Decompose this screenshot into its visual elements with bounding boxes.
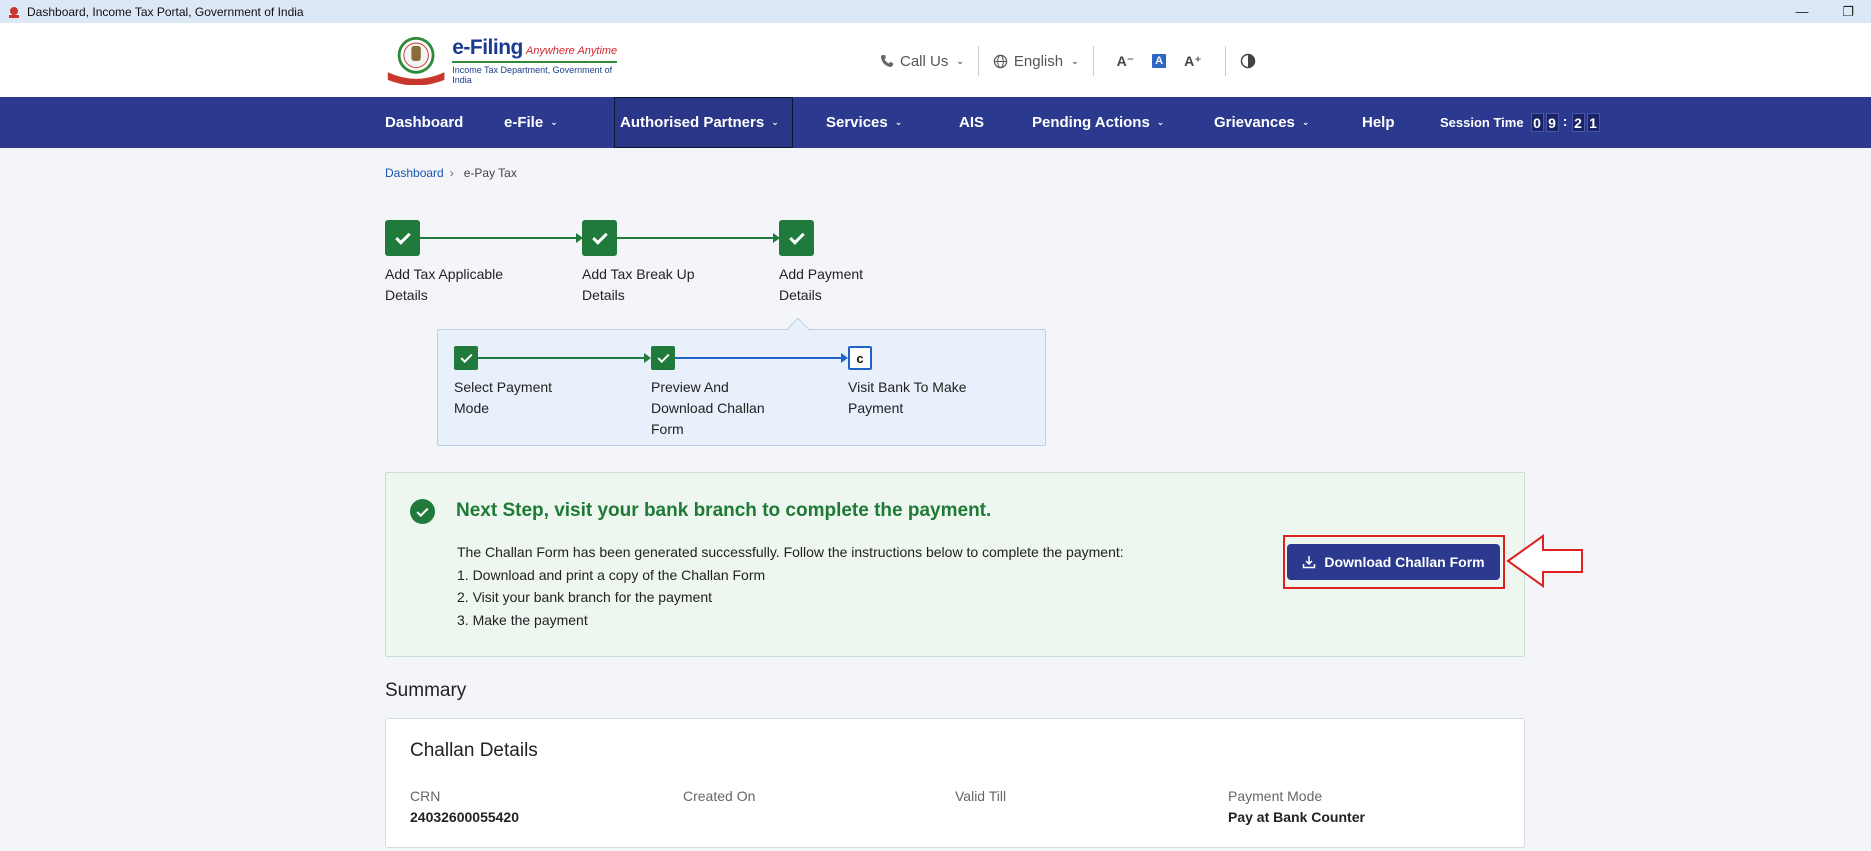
session-timer: Session Time 0 9 : 2 1 xyxy=(1440,97,1600,148)
nav-help[interactable]: Help xyxy=(1362,97,1395,148)
instruction-item: 3. Make the payment xyxy=(457,611,588,628)
session-digit: 9 xyxy=(1545,113,1559,132)
step-connector xyxy=(617,237,773,239)
header-tools: Call Us ⌄ English ⌄ A⁻ A A⁺ xyxy=(880,45,1256,77)
created-on-field: Created On xyxy=(683,788,755,809)
step-connector xyxy=(420,237,576,239)
crn-label: CRN xyxy=(410,788,441,804)
chevron-right-icon: › xyxy=(449,166,454,180)
font-default-button[interactable]: A xyxy=(1152,54,1167,68)
nav-ais-label: AIS xyxy=(959,114,985,131)
instruction-item: 1. Download and print a copy of the Chal… xyxy=(457,566,766,583)
contrast-toggle-icon[interactable] xyxy=(1240,53,1256,69)
challan-details-title: Challan Details xyxy=(410,740,538,761)
nav-ais[interactable]: AIS xyxy=(959,97,984,148)
success-heading: Next Step, visit your bank branch to com… xyxy=(456,500,992,521)
session-colon: : xyxy=(1562,113,1568,129)
breadcrumb-dashboard-link[interactable]: Dashboard xyxy=(385,166,444,180)
payment-mode-field: Payment Mode Pay at Bank Counter xyxy=(1228,788,1365,825)
nav-grievances-label: Grievances xyxy=(1214,114,1295,131)
site-header: e-Filing Anywhere Anytime Income Tax Depa… xyxy=(0,23,1871,97)
session-time-label: Session Time xyxy=(1440,115,1524,130)
nav-pending-actions-label: Pending Actions xyxy=(1032,114,1150,131)
nav-authorised-partners-label: Authorised Partners xyxy=(620,114,765,131)
nav-services-label: Services xyxy=(826,114,888,131)
income-tax-department-emblem-icon xyxy=(387,36,445,85)
step-arrow-icon xyxy=(841,353,848,363)
created-on-label: Created On xyxy=(683,788,756,804)
sub-step-1-complete-icon xyxy=(454,346,478,370)
session-digit: 2 xyxy=(1571,113,1585,132)
chevron-down-icon: ⌄ xyxy=(1301,117,1310,127)
chevron-down-icon: ⌄ xyxy=(550,117,558,127)
chevron-down-icon: ⌄ xyxy=(1156,117,1165,127)
crn-field: CRN 24032600055420 xyxy=(410,788,519,825)
step-2-complete-icon xyxy=(582,220,617,256)
step-3-complete-icon xyxy=(779,220,814,256)
breadcrumb-current: e-Pay Tax xyxy=(463,166,517,180)
pointer-arrow-icon xyxy=(1506,534,1583,588)
instructions-intro: The Challan Form has been generated succ… xyxy=(457,544,1124,560)
nav-efile-label: e-File xyxy=(504,114,544,131)
step-1-label: Add Tax Applicable Details xyxy=(385,266,504,303)
call-us-label: Call Us xyxy=(900,52,949,70)
chevron-down-icon: ⌄ xyxy=(956,55,964,66)
phone-icon xyxy=(881,55,893,67)
sub-step-connector xyxy=(478,357,644,359)
valid-till-field: Valid Till xyxy=(955,788,1006,809)
nav-pending-actions[interactable]: Pending Actions ⌄ xyxy=(1032,97,1164,148)
nav-grievances[interactable]: Grievances ⌄ xyxy=(1214,97,1309,148)
sub-step-3-label: Visit Bank To Make Payment xyxy=(848,379,967,416)
session-digit: 0 xyxy=(1530,113,1544,132)
language-dropdown[interactable]: English ⌄ xyxy=(993,53,1079,70)
sub-step-3-current-marker: c xyxy=(848,346,872,370)
font-increase-button[interactable]: A⁺ xyxy=(1184,53,1202,70)
globe-icon xyxy=(993,54,1008,68)
download-icon xyxy=(1303,556,1316,569)
breadcrumb: Dashboard › e-Pay Tax xyxy=(385,166,517,180)
chevron-down-icon: ⌄ xyxy=(894,117,903,127)
check-circle-icon xyxy=(410,499,435,524)
nav-efile[interactable]: e-File ⌄ xyxy=(504,97,558,148)
sub-step-2-label: Preview And Download Challan Form xyxy=(651,379,765,437)
call-us-dropdown[interactable]: Call Us ⌄ xyxy=(880,53,964,70)
font-decrease-button[interactable]: A⁻ xyxy=(1117,53,1135,70)
window-title: Dashboard, Income Tax Portal, Government… xyxy=(27,4,304,19)
payment-mode-value: Pay at Bank Counter xyxy=(1228,809,1365,825)
download-challan-form-button[interactable]: Download Challan Form xyxy=(1287,544,1500,580)
nav-help-label: Help xyxy=(1362,114,1395,131)
session-digit: 1 xyxy=(1586,113,1600,132)
summary-title: Summary xyxy=(385,680,467,701)
nav-services[interactable]: Services ⌄ xyxy=(826,97,902,148)
sub-step-connector xyxy=(675,357,841,359)
step-1-complete-icon xyxy=(385,220,420,256)
chevron-down-icon: ⌄ xyxy=(771,117,779,127)
instruction-item: 2. Visit your bank branch for the paymen… xyxy=(457,589,712,605)
sub-step-1-label: Select Payment Mode xyxy=(454,379,553,416)
restore-button[interactable]: ❐ xyxy=(1825,0,1871,23)
nav-authorised-partners[interactable]: Authorised Partners ⌄ xyxy=(614,97,793,148)
crn-value: 24032600055420 xyxy=(410,809,520,825)
nav-dashboard-label: Dashboard xyxy=(385,114,464,131)
brand-name: e-Filing xyxy=(452,35,523,59)
payment-mode-label: Payment Mode xyxy=(1228,788,1323,804)
department-name: Income Tax Department, Government of Ind… xyxy=(452,64,613,85)
challan-details-card: Challan Details CRN 24032600055420 Creat… xyxy=(385,718,1525,848)
step-3-label: Add Payment Details xyxy=(779,266,864,303)
window-title-bar: Dashboard, Income Tax Portal, Government… xyxy=(0,0,1871,23)
step-2-label: Add Tax Break Up Details xyxy=(582,266,695,303)
minimize-button[interactable]: — xyxy=(1779,0,1825,23)
brand-tagline: Anywhere Anytime xyxy=(525,44,618,57)
valid-till-label: Valid Till xyxy=(955,788,1007,804)
income-tax-emblem-icon xyxy=(9,6,19,18)
language-label: English xyxy=(1013,52,1064,70)
chevron-down-icon: ⌄ xyxy=(1071,55,1079,66)
efiling-logo[interactable]: e-Filing Anywhere Anytime Income Tax Depa… xyxy=(384,33,624,87)
sub-step-2-complete-icon xyxy=(651,346,675,370)
main-navigation: Dashboard e-File ⌄ Authorised Partners ⌄… xyxy=(0,97,1871,148)
step-arrow-icon xyxy=(644,353,651,363)
payment-instructions: The Challan Form has been generated succ… xyxy=(457,541,1124,631)
download-challan-form-label: Download Challan Form xyxy=(1324,554,1485,570)
nav-dashboard[interactable]: Dashboard xyxy=(385,97,463,148)
